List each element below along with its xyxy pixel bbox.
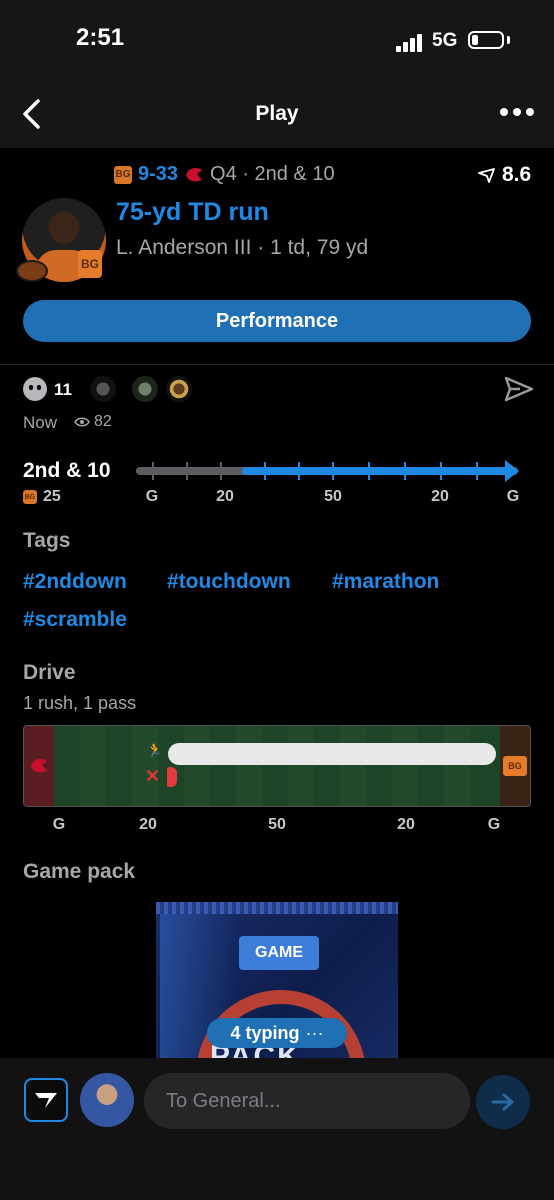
- yard-line: BG 25: [23, 488, 61, 506]
- home-score: 33: [155, 163, 179, 185]
- yard-tick: [186, 462, 188, 480]
- app-logo-icon[interactable]: [24, 1078, 68, 1122]
- yard-line-value: 25: [43, 488, 61, 505]
- field-stripe: [288, 726, 314, 806]
- player-line: L. Anderson III · 1 td, 79 yd: [116, 236, 369, 259]
- play-rating: 8.6: [478, 163, 531, 187]
- louisville-logo-icon: [186, 167, 203, 181]
- scale-label: G: [506, 488, 520, 505]
- down-and-distance: 2nd & 10: [23, 459, 111, 482]
- field-scale-label: G: [52, 816, 66, 833]
- rush-icon: 🏃: [146, 742, 164, 758]
- reactor-avatar[interactable]: [166, 376, 192, 402]
- progress-arrow-icon: [505, 460, 519, 482]
- yard-tick: [152, 462, 154, 480]
- field-position-fill: [242, 467, 512, 475]
- yard-tick: [332, 462, 334, 480]
- field-stripe: [184, 726, 210, 806]
- message-input[interactable]: [144, 1073, 470, 1129]
- score-line: BG 9-33 Q4 · 2nd & 10: [114, 163, 335, 186]
- field-scale-label: G: [487, 816, 501, 833]
- typing-indicator: 4 typing ···: [207, 1018, 347, 1048]
- arrow-right-icon: [491, 1093, 514, 1111]
- field-stripe: [236, 726, 262, 806]
- incomplete-pass-icon: ✕: [145, 766, 161, 786]
- pack-crimp: [156, 902, 398, 914]
- tags-heading: Tags: [23, 529, 71, 552]
- scale-label: 50: [324, 488, 342, 505]
- send-button[interactable]: [476, 1075, 530, 1129]
- eye-icon: [74, 417, 90, 427]
- yard-tick: [298, 462, 300, 480]
- away-score: 9: [138, 163, 150, 185]
- v-logo-icon: [35, 1093, 57, 1108]
- game-state: Q4 · 2nd & 10: [210, 163, 335, 185]
- user-avatar[interactable]: [80, 1073, 134, 1127]
- page-title: Play: [255, 102, 299, 125]
- performance-button[interactable]: Performance: [23, 300, 531, 342]
- reaction-count: 11: [54, 380, 72, 399]
- drive-play-bar[interactable]: [168, 743, 496, 765]
- view-count: 82: [74, 413, 112, 431]
- tag-link[interactable]: #marathon: [332, 570, 439, 594]
- drive-summary: 1 rush, 1 pass: [23, 693, 137, 713]
- play-title[interactable]: 75-yd TD run: [116, 198, 269, 227]
- team-badge-icon: BG: [78, 250, 102, 278]
- tag-link[interactable]: #2nddown: [23, 570, 127, 594]
- rating-value: 8.6: [502, 163, 532, 186]
- tag-link[interactable]: #scramble: [23, 608, 127, 632]
- scale-label: G: [145, 488, 159, 505]
- post-time: Now: [23, 413, 58, 432]
- drive-heading: Drive: [23, 661, 76, 684]
- team-logo-icon: BG: [23, 490, 37, 504]
- reactor-avatar[interactable]: [90, 376, 116, 402]
- drive-field[interactable]: BG: [23, 725, 531, 807]
- divider: [0, 364, 554, 365]
- yard-tick: [440, 462, 442, 480]
- field-stripe: [444, 726, 470, 806]
- bgsu-endzone-logo-icon: BG: [503, 756, 527, 776]
- game-pack-heading: Game pack: [23, 860, 136, 883]
- ellipsis-icon: ···: [305, 1022, 324, 1043]
- louisville-endzone-logo-icon: [31, 758, 47, 773]
- bowling-green-logo-icon: BG: [114, 165, 132, 184]
- pack-badge: GAME: [239, 936, 319, 970]
- typing-label: 4 typing: [230, 1022, 300, 1043]
- yard-tick: [264, 462, 266, 480]
- reaction-emoji-icon[interactable]: [23, 377, 47, 401]
- field-stripe: [392, 726, 418, 806]
- yard-tick: [368, 462, 370, 480]
- more-options-icon[interactable]: [500, 108, 534, 118]
- scale-label: 20: [216, 488, 234, 505]
- football-icon: [16, 260, 48, 282]
- yard-tick: [220, 462, 222, 480]
- share-send-icon[interactable]: [504, 376, 534, 402]
- field-stripe: [80, 726, 106, 806]
- pass-marker: [167, 767, 177, 787]
- status-time: 2:51: [76, 24, 125, 51]
- field-scale-label: 50: [268, 816, 286, 833]
- score-separator: -: [149, 163, 156, 185]
- field-stripe: [340, 726, 366, 806]
- field-scale-label: 20: [139, 816, 157, 833]
- yard-tick: [404, 462, 406, 480]
- scale-label: 20: [431, 488, 449, 505]
- rating-icon: [478, 168, 495, 183]
- yard-tick: [476, 462, 478, 480]
- reactor-avatar[interactable]: [132, 376, 158, 402]
- view-count-value: 82: [94, 413, 112, 430]
- network-label: 5G: [432, 30, 458, 51]
- tag-link[interactable]: #touchdown: [167, 570, 291, 594]
- field-scale-label: 20: [397, 816, 415, 833]
- battery-tip: [507, 36, 510, 44]
- signal-icon: [396, 32, 426, 52]
- battery-icon: [468, 31, 504, 49]
